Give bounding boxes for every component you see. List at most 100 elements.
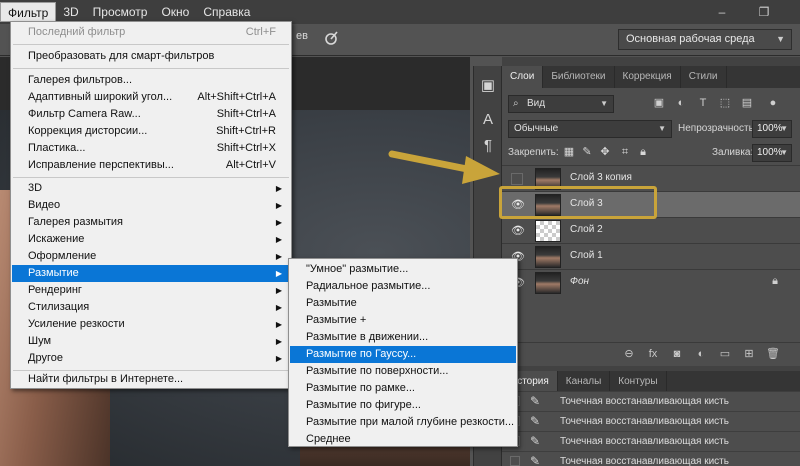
menu-item-label: Размытие [28,267,79,279]
tab-paths[interactable]: Контуры [610,371,667,393]
submenu-arrow-icon: ▶ [275,252,282,261]
menu-separator [13,44,289,45]
filter-shape-icon[interactable]: ⬚ [718,96,732,110]
history-entry[interactable]: ✎ Точечная восстанавливающая кисть [502,411,800,431]
menu-item-camera-raw[interactable]: Фильтр Camera Raw... Shift+Ctrl+A [12,106,290,123]
lock-artboard-icon[interactable]: ⌗ [618,145,632,159]
layer-row[interactable]: 👁︎ Фон 🔒︎ [502,269,800,295]
menu-item-pixelate[interactable]: Оформление ▶ [12,248,290,265]
submenu-item-motion-blur[interactable]: Размытие в движении... [290,329,516,346]
brush-settings-icon[interactable] [322,29,340,47]
workspace-label: Основная рабочая среда [626,33,755,45]
filter-adjustment-icon[interactable]: ◐ [674,96,688,110]
submenu-item-blur[interactable]: Размытие [290,295,516,312]
menu-item-noise[interactable]: Шум ▶ [12,333,290,350]
menu-item-3d[interactable]: 3D ▶ [12,180,290,197]
menu-item-label: Последний фильтр [28,26,126,38]
layer-thumbnail [535,272,561,294]
menu-item-browse-online[interactable]: Найти фильтры в Интернете... [12,371,290,388]
menu-item-stylize[interactable]: Стилизация ▶ [12,299,290,316]
menu-item-blur[interactable]: Размытие ▶ [12,265,290,282]
menu-item-lens-correction[interactable]: Коррекция дисторсии... Shift+Ctrl+R [12,123,290,140]
layer-row[interactable]: 👁︎ Слой 1 [502,243,800,269]
tab-layers[interactable]: Слои [502,66,544,88]
history-entry[interactable]: ✎ Точечная восстанавливающая кисть [502,431,800,451]
submenu-item-shape-blur[interactable]: Размытие по фигуре... [290,397,516,414]
submenu-item-blur-more[interactable]: Размытие + [290,312,516,329]
lock-transparent-icon[interactable]: ▦ [562,145,576,159]
tab-channels[interactable]: Каналы [558,371,611,393]
fx-icon[interactable]: fx [646,347,660,361]
menu-item-last-filter[interactable]: Последний фильтр Ctrl+F [12,24,290,41]
submenu-arrow-icon: ▶ [275,354,282,363]
tab-libraries[interactable]: Библиотеки [543,66,615,88]
menu-item-vanishing-point[interactable]: Исправление перспективы... Alt+Ctrl+V [12,157,290,174]
menu-item-video[interactable]: Видео ▶ [12,197,290,214]
link-layers-icon[interactable]: ⊖ [622,347,636,361]
submenu-item-surface-blur[interactable]: Размытие по поверхности... [290,363,516,380]
new-group-icon[interactable]: ▭ [718,347,732,361]
submenu-item-smart-blur[interactable]: "Умное" размытие... [290,261,516,278]
eye-icon[interactable]: 👁︎ [511,224,525,238]
character-icon[interactable]: A [478,110,498,130]
visibility-toggle[interactable] [511,173,523,185]
fill-input[interactable]: 100% ▼ [752,144,792,162]
menu-item-label: Исправление перспективы... [28,159,174,171]
filter-smart-object-icon[interactable]: ▤ [740,96,754,110]
properties-icon[interactable]: ▣ [478,76,498,96]
menu-item-distort[interactable]: Искажение ▶ [12,231,290,248]
lock-position-icon[interactable]: ✥ [598,145,612,159]
tab-adjustments[interactable]: Коррекция [615,66,681,88]
opacity-input[interactable]: 100% ▼ [752,120,792,138]
submenu-item-box-blur[interactable]: Размытие по рамке... [290,380,516,397]
submenu-item-radial-blur[interactable]: Радиальное размытие... [290,278,516,295]
filter-pixel-icon[interactable]: ▣ [652,96,666,110]
menu-item-render[interactable]: Рендеринг ▶ [12,282,290,299]
lock-image-icon[interactable]: ✎ [580,145,594,159]
history-checkbox[interactable] [510,456,520,466]
lock-all-icon[interactable]: 🔒︎ [636,145,650,159]
filter-toggle-icon[interactable]: ● [766,96,780,110]
layer-row[interactable]: 👁︎ Слой 2 [502,217,800,243]
submenu-arrow-icon: ▶ [275,235,282,244]
menu-3d[interactable]: 3D [56,2,85,22]
menu-item-sharpen[interactable]: Усиление резкости ▶ [12,316,290,333]
workspace-select[interactable]: Основная рабочая среда ▼ [618,29,792,50]
blend-mode-select[interactable]: Обычные ▼ [508,120,672,138]
history-entry[interactable]: ✎ Точечная восстанавливающая кисть [502,391,800,411]
chevron-down-icon: ▼ [780,124,788,133]
new-layer-icon[interactable]: ⊞ [742,347,756,361]
restore-icon[interactable]: ❐ [750,0,778,24]
menu-item-label: Шум [28,335,52,347]
submenu-item-average[interactable]: Среднее [290,431,516,448]
menu-item-shortcut: Alt+Ctrl+V [225,159,276,171]
menu-view[interactable]: Просмотр [86,2,155,22]
menu-item-blur-gallery[interactable]: Галерея размытия ▶ [12,214,290,231]
chevron-down-icon: ▼ [658,124,666,133]
layer-kind-filter[interactable]: ⌕ Вид ▼ [508,95,614,113]
fill-value: 100% [757,147,783,158]
menu-window[interactable]: Окно [154,2,196,22]
tab-styles[interactable]: Стили [681,66,727,88]
menu-item-other[interactable]: Другое ▶ [12,350,290,367]
menu-filter[interactable]: Фильтр [0,2,57,22]
submenu-arrow-icon: ▶ [275,320,282,329]
submenu-arrow-icon: ▶ [275,303,282,312]
menu-item-shortcut: Shift+Ctrl+X [216,142,276,154]
filter-type-icon[interactable]: T [696,96,710,110]
submenu-arrow-icon: ▶ [275,269,282,278]
menu-help[interactable]: Справка [196,2,257,22]
menu-item-liquify[interactable]: Пластика... Shift+Ctrl+X [12,140,290,157]
menu-separator [13,68,289,69]
menu-item-adaptive-wide-angle[interactable]: Адаптивный широкий угол... Alt+Shift+Ctrl… [12,89,290,106]
add-mask-icon[interactable]: ◙ [670,347,684,361]
history-entry[interactable]: ✎ Точечная восстанавливающая кисть [502,451,800,466]
search-icon: ⌕ [513,98,519,109]
trash-icon[interactable]: 🗑︎ [766,347,780,361]
menu-item-filter-gallery[interactable]: Галерея фильтров... [12,72,290,89]
submenu-item-lens-blur[interactable]: Размытие при малой глубине резкости... [290,414,516,431]
submenu-item-gaussian-blur[interactable]: Размытие по Гауссу... [290,346,516,363]
minimize-icon[interactable]: – [708,0,736,24]
menu-item-convert-smart-filters[interactable]: Преобразовать для смарт-фильтров [12,48,290,65]
new-adjustment-layer-icon[interactable]: ◐ [694,347,708,361]
